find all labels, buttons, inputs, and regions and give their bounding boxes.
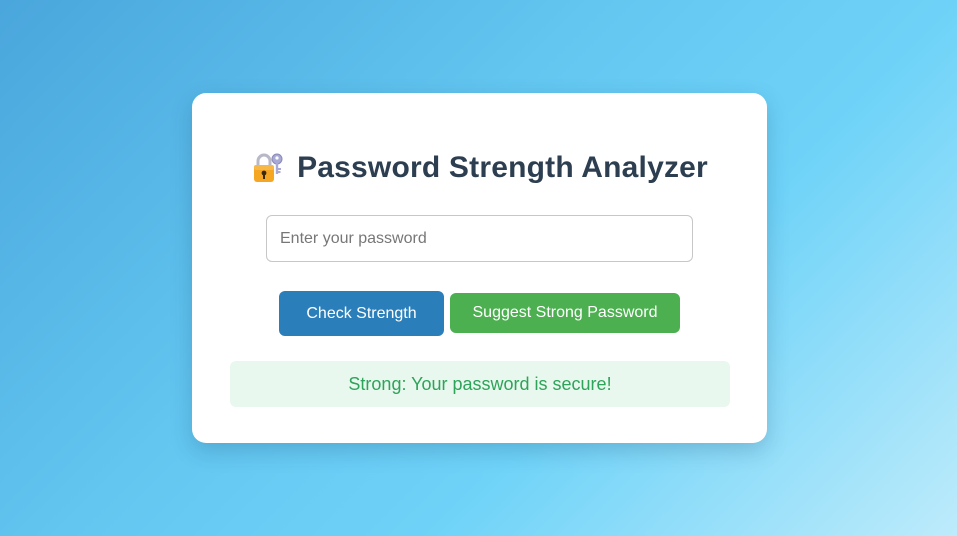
suggest-password-button[interactable]: Suggest Strong Password bbox=[450, 293, 680, 333]
strength-result: Strong: Your password is secure! bbox=[230, 361, 730, 407]
page-title: Password Strength Analyzer bbox=[297, 151, 708, 184]
password-input[interactable] bbox=[266, 215, 693, 262]
check-strength-button[interactable]: Check Strength bbox=[279, 291, 444, 336]
title-row: Password Strength Analyzer bbox=[192, 151, 767, 185]
strength-result-text: Strong: Your password is secure! bbox=[348, 373, 612, 394]
analyzer-card: Password Strength Analyzer Check Strengt… bbox=[192, 93, 767, 443]
locked-with-key-icon bbox=[251, 150, 285, 184]
